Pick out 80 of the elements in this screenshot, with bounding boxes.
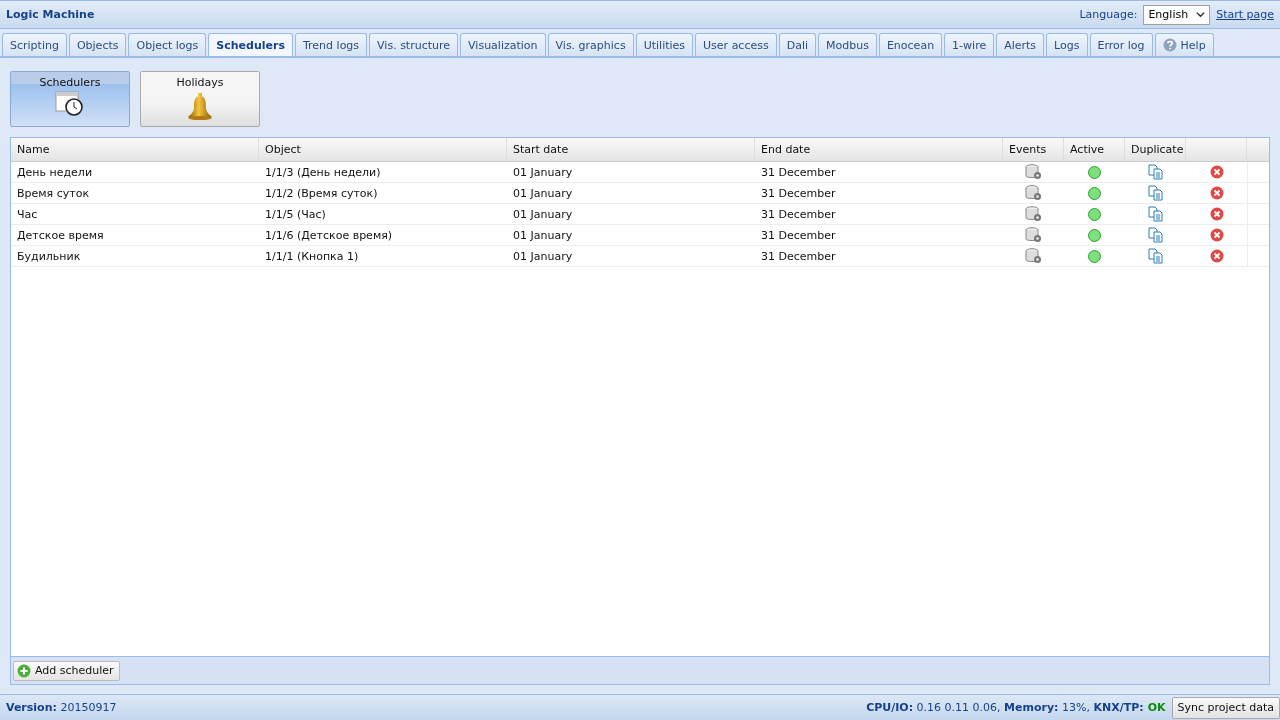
tab[interactable]: Enocean: [878, 33, 943, 56]
copy-icon[interactable]: [1147, 206, 1164, 222]
table-cell-text: Детское время: [16, 227, 105, 244]
delete-icon[interactable]: [1209, 249, 1224, 263]
plus-icon: [17, 663, 31, 678]
table-cell-text: 1/1/5 (Час): [264, 206, 327, 223]
tab[interactable]: Trend logs: [294, 33, 368, 56]
active-status-dot[interactable]: [1088, 207, 1101, 221]
system-stats-text: CPU/IO: 0.16 0.11 0.06, Memory: 13%, KNX/TP:: [866, 701, 1144, 714]
mode-button[interactable]: Schedulers: [10, 71, 130, 127]
table-cell-text: 31 December: [760, 164, 837, 181]
tab[interactable]: Alerts: [996, 33, 1045, 56]
column-header: Start date: [507, 138, 755, 161]
table-cell-text: 1/1/3 (День недели): [264, 164, 382, 181]
tab[interactable]: Modbus: [818, 33, 877, 56]
table-cell-text: Час: [16, 206, 39, 223]
column-header: Object: [259, 138, 507, 161]
knx-status: OK: [1147, 701, 1166, 714]
table-cell-text: 31 December: [760, 248, 837, 265]
table-cell-text: 01 January: [512, 248, 574, 265]
column-header: Active: [1064, 138, 1125, 161]
tab[interactable]: Help: [1154, 33, 1214, 56]
table-cell-text: 01 January: [512, 206, 574, 223]
table-cell-text: 1/1/2 (Время суток): [264, 185, 379, 202]
active-status-dot[interactable]: [1088, 186, 1101, 200]
table-cell-text: 31 December: [760, 185, 837, 202]
version-text: Version: 20150917: [6, 701, 117, 714]
database-gear-icon[interactable]: [1025, 185, 1042, 201]
table-cell-text: 31 December: [760, 227, 837, 244]
language-select[interactable]: English: [1143, 4, 1211, 25]
active-status-dot[interactable]: [1088, 228, 1101, 242]
active-status-dot[interactable]: [1088, 249, 1101, 263]
sync-project-data-button[interactable]: Sync project data: [1171, 696, 1280, 719]
database-gear-icon[interactable]: [1025, 164, 1042, 180]
tab[interactable]: Vis. structure: [369, 33, 459, 56]
tab[interactable]: Error log: [1089, 33, 1153, 56]
table-cell-text: 01 January: [512, 185, 574, 202]
tab[interactable]: Objects: [68, 33, 127, 56]
table-cell-text: 01 January: [512, 227, 574, 244]
tab[interactable]: Logs: [1046, 33, 1088, 56]
delete-icon[interactable]: [1209, 228, 1224, 242]
table-cell-text: 01 January: [512, 164, 574, 181]
column-header: Name: [11, 138, 259, 161]
copy-icon[interactable]: [1147, 227, 1164, 243]
table-cell-text: 1/1/6 (Детское время): [264, 227, 394, 244]
tab[interactable]: 1-wire: [944, 33, 995, 56]
tab[interactable]: Schedulers: [208, 33, 293, 56]
tab[interactable]: Object logs: [128, 33, 207, 56]
tab[interactable]: Scripting: [2, 33, 67, 56]
mode-button[interactable]: Holidays: [140, 71, 260, 127]
copy-icon[interactable]: [1147, 248, 1164, 264]
database-gear-icon[interactable]: [1025, 206, 1042, 222]
tab[interactable]: Utilities: [635, 33, 694, 56]
column-header: End date: [755, 138, 1003, 161]
tab[interactable]: Dali: [778, 33, 817, 56]
column-header: Events: [1003, 138, 1064, 161]
chevron-down-icon: [1196, 10, 1206, 19]
tab[interactable]: User access: [695, 33, 777, 56]
copy-icon[interactable]: [1147, 164, 1164, 180]
tab[interactable]: Vis. graphics: [547, 33, 634, 56]
table-cell-text: 31 December: [760, 206, 837, 223]
active-status-dot[interactable]: [1088, 165, 1101, 179]
table-cell-text: 1/1/1 (Кнопка 1): [264, 248, 360, 265]
language-label: Language:: [1079, 8, 1138, 21]
window-title: Logic Machine: [6, 8, 95, 21]
copy-icon[interactable]: [1147, 185, 1164, 201]
start-page-link[interactable]: Start page: [1216, 8, 1274, 21]
table-cell-text: Время суток: [16, 185, 91, 202]
database-gear-icon[interactable]: [1025, 248, 1042, 264]
delete-icon[interactable]: [1209, 165, 1224, 179]
table-cell-text: День недели: [16, 164, 94, 181]
calendar-clock-icon: [55, 91, 85, 117]
database-gear-icon[interactable]: [1025, 227, 1042, 243]
table-cell-text: Будильник: [16, 248, 82, 265]
tab[interactable]: Visualization: [460, 33, 546, 56]
delete-icon[interactable]: [1209, 186, 1224, 200]
column-header: Duplicate: [1125, 138, 1186, 161]
add-scheduler-button[interactable]: Add scheduler: [13, 660, 120, 681]
help-icon: [1162, 38, 1177, 52]
delete-icon[interactable]: [1209, 207, 1224, 221]
